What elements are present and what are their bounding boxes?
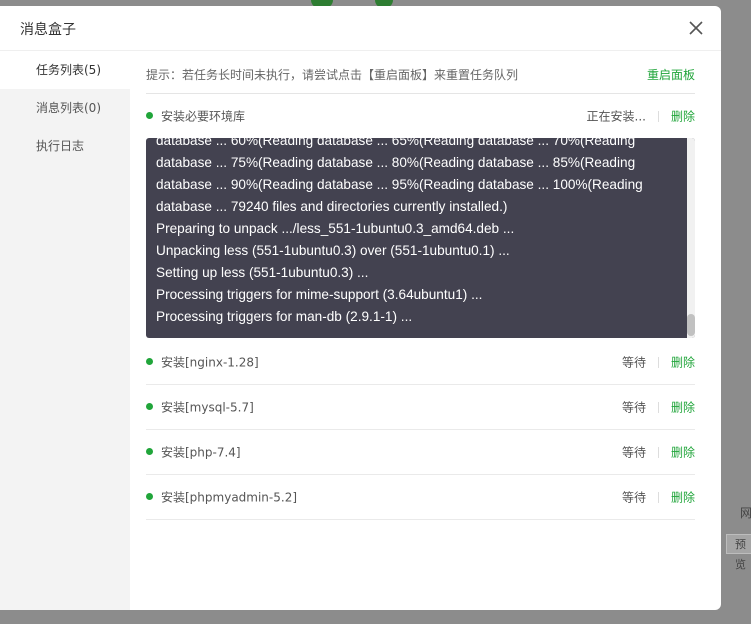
- tip-row: 提示：若任务长时间未执行，请尝试点击【重启面板】来重置任务队列 重启面板: [146, 51, 695, 94]
- sidebar-item-message-list[interactable]: 消息列表(0): [0, 89, 130, 127]
- current-task-header: 安装必要环境库 正在安装... 删除: [146, 94, 695, 138]
- log-line: Unpacking less (551-1ubuntu0.3) over (55…: [156, 243, 510, 258]
- task-list-panel: 提示：若任务长时间未执行，请尝试点击【重启面板】来重置任务队列 重启面板 安装必…: [146, 51, 695, 520]
- install-log-console[interactable]: database ... 60%(Reading database ... 65…: [146, 138, 695, 338]
- task-row: 安装[php-7.4] 等待 删除: [146, 430, 695, 475]
- separator: [658, 402, 659, 413]
- task-name: 安装必要环境库: [161, 109, 246, 124]
- status-dot-icon: [146, 448, 153, 455]
- separator: [658, 357, 659, 368]
- background-text: 网: [740, 506, 751, 520]
- restart-panel-link[interactable]: 重启面板: [647, 66, 695, 83]
- delete-task-link[interactable]: 删除: [671, 354, 695, 371]
- task-name: 安装[nginx-1.28]: [161, 355, 259, 370]
- log-scrollbar[interactable]: [687, 138, 695, 338]
- dialog-header: 消息盒子: [0, 6, 721, 51]
- background-content-peek: 网 预览: [722, 500, 751, 571]
- log-line: database ... 60%(Reading database ... 65…: [156, 138, 636, 148]
- message-box-dialog: 消息盒子 任务列表(5) 消息列表(0) 执行日志 提示：若任务长时间未执行，请…: [0, 6, 721, 610]
- separator: [658, 111, 659, 122]
- log-line: Setting up less (551-1ubuntu0.3) ...: [156, 265, 369, 280]
- task-row: 安装[phpmyadmin-5.2] 等待 删除: [146, 475, 695, 520]
- task-row: 安装[mysql-5.7] 等待 删除: [146, 385, 695, 430]
- task-name: 安装[mysql-5.7]: [161, 400, 254, 415]
- log-line: Preparing to unpack .../less_551-1ubuntu…: [156, 221, 515, 236]
- status-dot-icon: [146, 493, 153, 500]
- log-line: Processing triggers for man-db (2.9.1-1)…: [156, 309, 413, 324]
- separator: [658, 447, 659, 458]
- dialog-sidebar: 任务列表(5) 消息列表(0) 执行日志: [0, 51, 130, 610]
- sidebar-item-task-list[interactable]: 任务列表(5): [0, 51, 130, 89]
- log-lines: database ... 60%(Reading database ... 65…: [156, 138, 679, 328]
- log-line: Processing triggers for mime-support (3.…: [156, 287, 483, 302]
- log-line: database ... 79240 files and directories…: [156, 199, 508, 214]
- log-line: database ... 90%(Reading database ... 95…: [156, 177, 643, 192]
- close-icon[interactable]: [687, 19, 705, 37]
- log-line: database ... 75%(Reading database ... 80…: [156, 155, 636, 170]
- task-status: 正在安装...: [586, 109, 646, 124]
- separator: [658, 492, 659, 503]
- status-dot-icon: [146, 403, 153, 410]
- task-status: 等待: [621, 355, 646, 370]
- background-preview-button: 预览: [726, 534, 751, 571]
- dialog-title: 消息盒子: [20, 22, 76, 38]
- delete-task-link[interactable]: 删除: [671, 489, 695, 506]
- tip-text: 提示：若任务长时间未执行，请尝试点击【重启面板】来重置任务队列: [146, 68, 519, 82]
- log-scrollbar-thumb[interactable]: [687, 314, 695, 336]
- task-status: 等待: [621, 445, 646, 460]
- task-name: 安装[php-7.4]: [161, 445, 241, 460]
- delete-task-link[interactable]: 删除: [671, 444, 695, 461]
- task-status: 等待: [621, 490, 646, 505]
- delete-task-link[interactable]: 删除: [671, 108, 695, 125]
- status-dot-icon: [146, 112, 153, 119]
- delete-task-link[interactable]: 删除: [671, 399, 695, 416]
- task-row: 安装[nginx-1.28] 等待 删除: [146, 340, 695, 385]
- status-dot-icon: [146, 358, 153, 365]
- task-name: 安装[phpmyadmin-5.2]: [161, 490, 298, 505]
- sidebar-item-execution-log[interactable]: 执行日志: [0, 127, 130, 165]
- task-status: 等待: [621, 400, 646, 415]
